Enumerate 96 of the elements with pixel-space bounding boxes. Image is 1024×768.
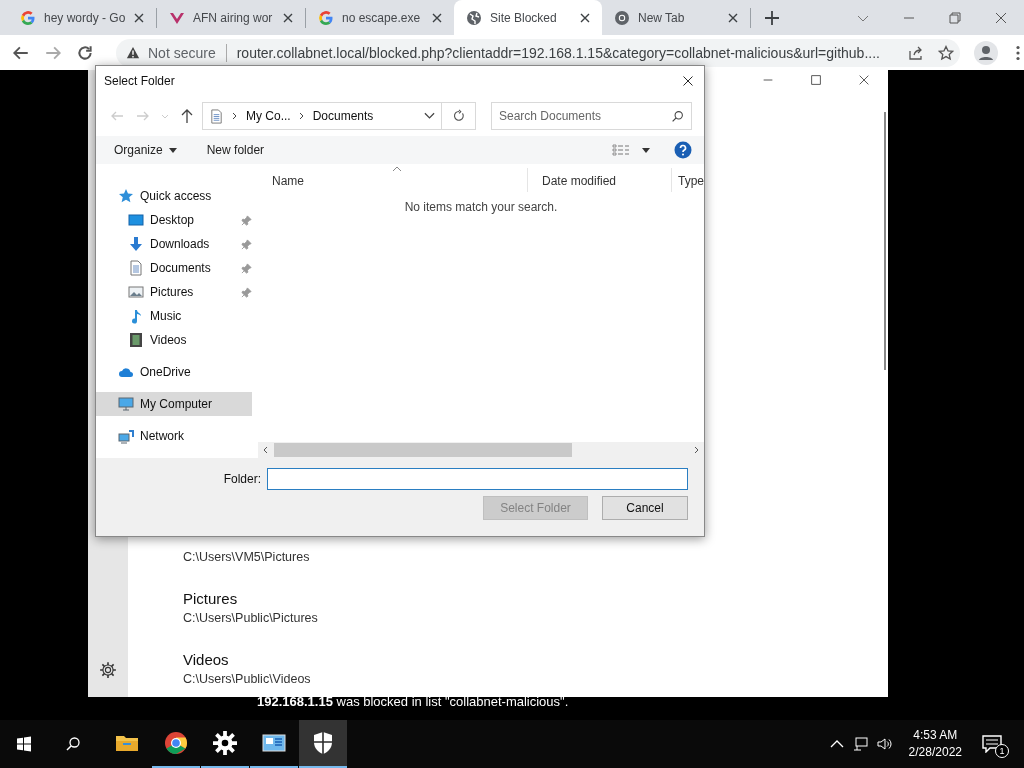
security-label: Not secure	[148, 44, 216, 61]
reload-icon[interactable]	[76, 43, 94, 62]
date-text: 2/28/2022	[908, 744, 962, 761]
nav-item[interactable]: Music	[96, 304, 258, 328]
document-icon	[128, 260, 144, 276]
caret-icon	[168, 147, 177, 153]
search-icon	[671, 110, 684, 123]
browser-tab[interactable]: hey wordy - Go	[8, 0, 156, 35]
blocked-message: 192.168.1.15 was blocked in list "collabnet-malicious".	[257, 694, 569, 709]
sort-caret-icon	[392, 166, 402, 172]
google-icon	[20, 9, 36, 26]
address-bar[interactable]: Not secure router.collabnet.local/blocked.php?clientaddr=192.168.1.15&category=collabnet-malicious&url=github....	[116, 38, 960, 67]
breadcrumb-item[interactable]: Documents	[312, 109, 374, 123]
search-field[interactable]: Search Documents	[491, 102, 692, 130]
nav-item[interactable]: Documents	[96, 256, 258, 280]
browser-tab[interactable]: no escape.exe	[306, 0, 454, 35]
nav-item[interactable]: Pictures	[96, 280, 258, 304]
browser-tab[interactable]: New Tab	[602, 0, 750, 35]
folder-path: C:\Users\VM5\Pictures	[183, 550, 311, 564]
nav-item[interactable]: Quick access	[96, 184, 258, 208]
clock[interactable]: 4:53 AM 2/28/2022	[908, 727, 962, 761]
download-icon	[128, 236, 144, 252]
video-icon	[128, 332, 144, 348]
close-icon[interactable]	[432, 12, 442, 23]
desktop-icon	[128, 212, 144, 228]
restore-icon[interactable]	[947, 9, 963, 26]
chevron-icon	[297, 112, 306, 120]
menu-icon[interactable]	[1016, 44, 1020, 61]
nav-item[interactable]: My Computer	[96, 392, 252, 416]
chevron-icon	[231, 112, 239, 120]
nav-item[interactable]: Videos	[96, 328, 258, 352]
settings-icon[interactable]	[99, 661, 117, 679]
notifications-icon[interactable]	[982, 735, 1002, 753]
folder-input[interactable]	[267, 468, 688, 490]
scroll-right-icon[interactable]	[692, 446, 700, 454]
close-icon[interactable]	[134, 12, 144, 23]
scroll-left-icon[interactable]	[262, 446, 270, 454]
globe-icon	[466, 9, 482, 26]
column-header[interactable]: Date modified	[528, 168, 672, 192]
up-arrow-icon[interactable]	[179, 108, 195, 124]
browser-tab[interactable]: AFN airing wor	[157, 0, 305, 35]
folder-path: C:\Users\Public\Videos	[183, 672, 312, 686]
profile-icon[interactable]	[974, 40, 998, 65]
computer-icon	[118, 396, 134, 412]
organize-button[interactable]: Organize	[114, 143, 177, 157]
folder-name: Videos	[183, 651, 230, 668]
close-icon[interactable]	[728, 12, 738, 23]
dropdown-icon[interactable]	[424, 112, 435, 120]
nav-item[interactable]: Network	[96, 424, 258, 448]
shield-icon	[311, 731, 335, 755]
share-icon[interactable]	[908, 44, 924, 61]
volume-icon[interactable]	[876, 736, 893, 752]
chrome-icon	[164, 731, 188, 755]
notification-count: 1	[995, 744, 1009, 758]
help-icon[interactable]	[674, 141, 692, 159]
refresh-icon	[451, 109, 466, 123]
nav-item[interactable]: Downloads	[96, 232, 258, 256]
star-icon	[118, 188, 134, 204]
browser-tab[interactable]: Site Blocked	[454, 0, 602, 35]
cancel-button[interactable]: Cancel	[602, 496, 688, 520]
empty-message: No items match your search.	[403, 200, 559, 216]
close-icon[interactable]	[682, 75, 694, 87]
url-text: router.collabnet.local/blocked.php?clientaddr=192.168.1.15&category=collabnet-malicious&url=github....	[236, 44, 881, 61]
time-text: 4:53 AM	[913, 727, 958, 744]
folder-name: Pictures	[183, 590, 239, 607]
folder-label: Folder:	[223, 472, 261, 486]
control-panel-icon	[262, 731, 286, 755]
maximize-icon[interactable]	[809, 73, 823, 87]
taskbar-app[interactable]	[299, 720, 347, 768]
gear-icon	[213, 731, 237, 755]
network-icon	[118, 428, 134, 444]
close-icon[interactable]	[857, 73, 871, 87]
dialog-title: Select Folder	[104, 74, 175, 88]
chrome-icon	[614, 9, 630, 26]
search-icon[interactable]	[65, 736, 81, 752]
document-icon	[209, 108, 224, 124]
caret-icon[interactable]	[642, 147, 650, 153]
warning-icon	[126, 45, 140, 60]
breadcrumb-item[interactable]: My Co...	[246, 109, 291, 123]
windows-start-icon[interactable]	[16, 736, 32, 752]
scrollbar-thumb[interactable]	[274, 443, 572, 457]
google-icon	[318, 9, 334, 26]
folder-path: C:\Users\Public\Pictures	[183, 611, 319, 625]
refresh-button[interactable]	[442, 102, 476, 130]
close-icon[interactable]	[283, 12, 293, 23]
breadcrumb-bar[interactable]: My Co... Documents	[202, 102, 442, 130]
nav-item[interactable]: OneDrive	[96, 360, 258, 384]
network-icon[interactable]	[852, 736, 869, 752]
new-folder-button[interactable]: New folder	[206, 143, 265, 157]
close-icon[interactable]	[580, 12, 590, 23]
column-header[interactable]: Name	[258, 168, 528, 192]
nav-item[interactable]: Desktop	[96, 208, 258, 232]
column-header[interactable]: Type	[672, 168, 704, 192]
pictures-icon	[128, 284, 144, 300]
plus-icon[interactable]	[765, 10, 779, 25]
star-icon[interactable]	[938, 44, 954, 61]
